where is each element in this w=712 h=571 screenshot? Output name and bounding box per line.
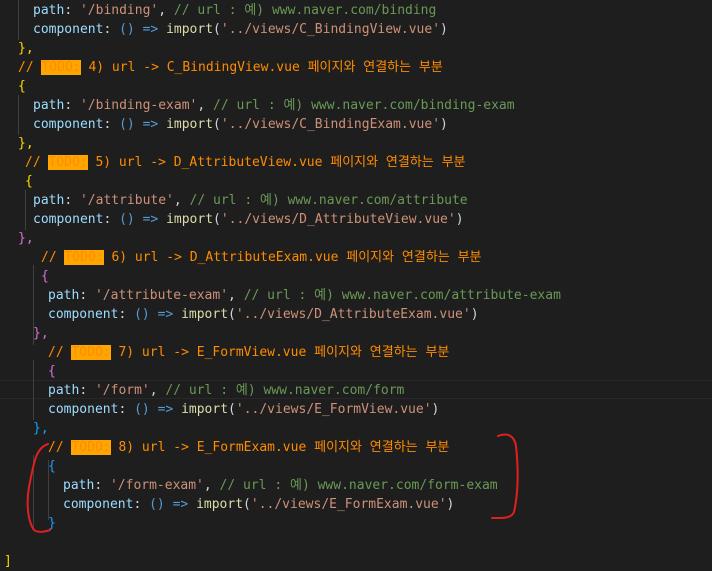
red-marker-annotation — [26, 433, 519, 533]
left-bracket-annotation — [26, 443, 51, 533]
right-bracket-annotation — [491, 433, 519, 520]
code-editor[interactable]: path: '/binding', // url : 예) www.naver.… — [0, 0, 712, 569]
array-close-bracket: ] — [4, 554, 12, 569]
